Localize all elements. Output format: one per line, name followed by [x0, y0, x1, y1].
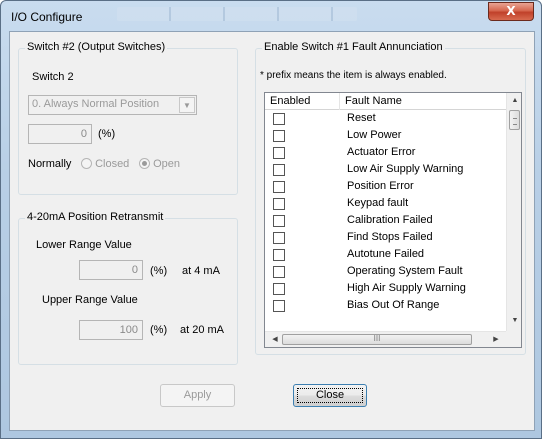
close-button[interactable]: Close — [293, 384, 367, 407]
normally-open-radio[interactable]: Open — [139, 158, 180, 170]
enabled-checkbox[interactable] — [273, 113, 285, 125]
close-window-button[interactable]: X — [488, 2, 534, 21]
upper-range-unit: (%) — [150, 324, 168, 336]
upper-range-label: Upper Range Value — [42, 294, 138, 306]
normally-closed-radio[interactable]: Closed — [81, 158, 129, 170]
fault-list-hscrollbar[interactable]: ◀ III ▶ — [265, 331, 506, 347]
focus-rect — [297, 388, 363, 403]
fault-name: Reset — [347, 112, 376, 124]
enabled-checkbox[interactable] — [273, 215, 285, 227]
enabled-checkbox[interactable] — [273, 300, 285, 312]
fault-rows: Reset Low Power Actuator Error Low Air Supp… — [265, 110, 506, 314]
fault-row[interactable]: Bias Out Of Range — [265, 297, 506, 314]
fault-row[interactable]: Reset — [265, 110, 506, 127]
fault-name: Position Error — [347, 180, 414, 192]
close-icon: X — [506, 4, 516, 18]
fault-name: Low Power — [347, 129, 402, 141]
apply-button[interactable]: Apply — [160, 384, 235, 407]
hscroll-thumb[interactable]: III — [282, 334, 472, 345]
enabled-checkbox[interactable] — [273, 181, 285, 193]
fault-name: Autotune Failed — [347, 248, 425, 260]
fault-row[interactable]: Find Stops Failed — [265, 229, 506, 246]
switch-mode-select[interactable]: 0. Always Normal Position ▼ — [28, 95, 197, 115]
fault-name: Keypad fault — [347, 197, 409, 209]
fault-row[interactable]: Low Air Supply Warning — [265, 161, 506, 178]
switch-value-unit: (%) — [98, 128, 116, 140]
scroll-size-box — [506, 331, 521, 347]
normally-label: Normally — [28, 158, 72, 170]
retransmit-group-legend: 4-20mA Position Retransmit — [25, 211, 166, 223]
fault-row[interactable]: Position Error — [265, 178, 506, 195]
fault-list[interactable]: Enabled Fault Name Reset Low Power Actuato… — [264, 92, 522, 348]
dialog-window: I/O Configure X Switch #2 (Output Switch… — [0, 0, 542, 439]
fault-row[interactable]: High Air Supply Warning — [265, 280, 506, 297]
fault-name: Operating System Fault — [347, 265, 463, 277]
window-title: I/O Configure — [11, 10, 83, 24]
radio-open-icon — [139, 158, 150, 169]
scroll-up-icon[interactable]: ▲ — [507, 97, 521, 104]
fault-name: High Air Supply Warning — [347, 282, 466, 294]
fault-name: Calibration Failed — [347, 214, 433, 226]
fault-name: Actuator Error — [347, 146, 416, 158]
scroll-down-icon[interactable]: ▼ — [507, 317, 521, 324]
enabled-checkbox[interactable] — [273, 198, 285, 210]
fault-name: Find Stops Failed — [347, 231, 433, 243]
lower-range-label: Lower Range Value — [36, 239, 132, 251]
column-fault-name[interactable]: Fault Name — [340, 93, 506, 110]
enabled-checkbox[interactable] — [273, 164, 285, 176]
fault-row[interactable]: Actuator Error — [265, 144, 506, 161]
enabled-checkbox[interactable] — [273, 232, 285, 244]
lower-range-unit: (%) — [150, 265, 168, 277]
switch-mode-value: 0. Always Normal Position — [32, 98, 160, 110]
title-bar[interactable]: I/O Configure X — [1, 1, 541, 31]
fault-name: Low Air Supply Warning — [347, 163, 464, 175]
scroll-left-icon[interactable]: ◀ — [267, 335, 283, 343]
fault-row[interactable]: Autotune Failed — [265, 246, 506, 263]
switch-group-legend: Switch #2 (Output Switches) — [25, 41, 168, 53]
dialog-client-area: Switch #2 (Output Switches) Switch 2 0. … — [9, 31, 535, 431]
fault-note: * prefix means the item is always enable… — [260, 70, 447, 81]
open-label: Open — [153, 158, 180, 170]
switch-label: Switch 2 — [32, 71, 74, 83]
enabled-checkbox[interactable] — [273, 283, 285, 295]
fault-list-vscrollbar[interactable]: ▲ ▼ — [506, 93, 521, 331]
closed-label: Closed — [95, 158, 130, 170]
lower-range-field[interactable]: 0 — [79, 260, 143, 280]
chevron-down-icon: ▼ — [179, 97, 195, 113]
enabled-checkbox[interactable] — [273, 130, 285, 142]
scroll-right-icon[interactable]: ▶ — [488, 335, 504, 343]
fault-row[interactable]: Low Power — [265, 127, 506, 144]
fault-group-legend: Enable Switch #1 Fault Annunciation — [262, 41, 445, 53]
enabled-checkbox[interactable] — [273, 266, 285, 278]
column-enabled[interactable]: Enabled — [265, 93, 340, 110]
upper-range-suffix: at 20 mA — [180, 324, 225, 336]
fault-row[interactable]: Keypad fault — [265, 195, 506, 212]
lower-range-suffix: at 4 mA — [182, 265, 220, 277]
upper-range-field[interactable]: 100 — [79, 320, 143, 340]
enabled-checkbox[interactable] — [273, 249, 285, 261]
fault-row[interactable]: Operating System Fault — [265, 263, 506, 280]
radio-closed-icon — [81, 158, 92, 169]
fault-row[interactable]: Calibration Failed — [265, 212, 506, 229]
switch-value-field[interactable]: 0 — [28, 124, 92, 144]
enabled-checkbox[interactable] — [273, 147, 285, 159]
fault-name: Bias Out Of Range — [347, 299, 440, 311]
fault-list-header: Enabled Fault Name — [265, 93, 506, 110]
background-window-ghost — [117, 7, 357, 21]
vscroll-thumb[interactable] — [509, 110, 520, 130]
